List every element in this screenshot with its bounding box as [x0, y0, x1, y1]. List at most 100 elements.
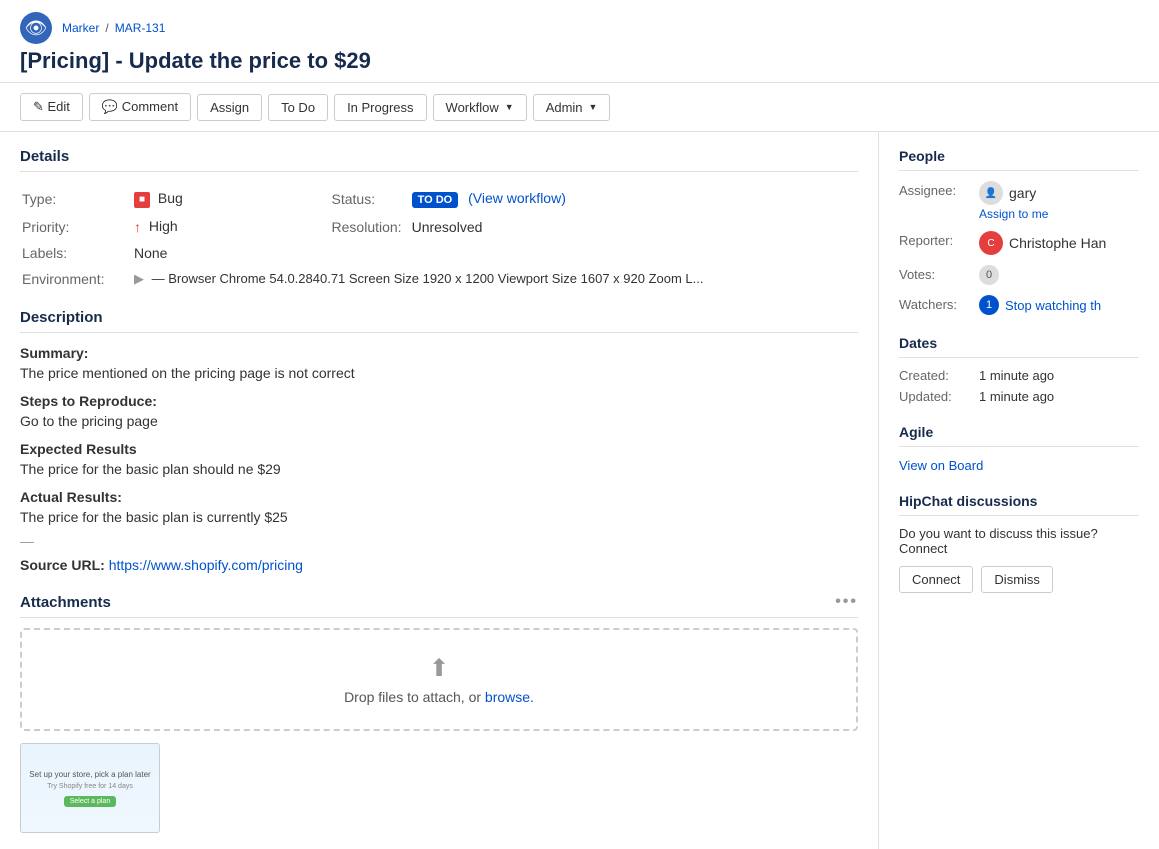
details-section-title: Details	[20, 148, 858, 172]
watchers-label: Watchers:	[899, 295, 979, 312]
priority-label: Priority:	[22, 214, 132, 239]
hipchat-section: HipChat discussions Do you want to discu…	[899, 493, 1139, 593]
reporter-row: Reporter: C Christophe Han	[899, 231, 1139, 255]
admin-button[interactable]: Admin	[533, 94, 611, 121]
assignee-row: Assignee: 👤 gary Assign to me	[899, 181, 1139, 221]
watchers-badge: 1	[979, 295, 999, 315]
desc-divider: —	[20, 533, 858, 549]
attachments-header: Attachments •••	[20, 593, 858, 618]
labels-value: None	[134, 241, 290, 265]
workflow-button[interactable]: Workflow	[433, 94, 527, 121]
thumb-text1: Set up your store, pick a plan later Try…	[29, 769, 150, 792]
hipchat-buttons: Connect Dismiss	[899, 566, 1139, 593]
attachment-thumbnail: Set up your store, pick a plan later Try…	[20, 743, 160, 833]
hipchat-title: HipChat discussions	[899, 493, 1139, 516]
resolution-value: Unresolved	[412, 214, 856, 239]
assign-button[interactable]: Assign	[197, 94, 262, 121]
source-url-row: Source URL: https://www.shopify.com/pric…	[20, 557, 858, 573]
assign-to-me-link[interactable]: Assign to me	[979, 207, 1048, 221]
priority-icon: ↑	[134, 219, 141, 235]
steps-label: Steps to Reproduce:	[20, 393, 858, 409]
actual-text: The price for the basic plan is currentl…	[20, 509, 858, 525]
reporter-avatar: C	[979, 231, 1003, 255]
stop-watching-link[interactable]: Stop watching th	[1005, 298, 1101, 313]
connect-button[interactable]: Connect	[899, 566, 973, 593]
summary-text: The price mentioned on the pricing page …	[20, 365, 858, 381]
thumb-inner: Set up your store, pick a plan later Try…	[21, 744, 159, 832]
dates-title: Dates	[899, 335, 1139, 358]
summary-label: Summary:	[20, 345, 858, 361]
status-label: Status:	[292, 186, 410, 212]
votes-row: Votes: 0	[899, 265, 1139, 285]
reporter-name: Christophe Han	[1009, 235, 1106, 251]
votes-value: 0	[979, 265, 1005, 285]
environment-row: Environment: ▶ — Browser Chrome 54.0.284…	[22, 267, 856, 291]
votes-label: Votes:	[899, 265, 979, 282]
hipchat-desc: Do you want to discuss this issue? Conne…	[899, 526, 1139, 556]
todo-button[interactable]: To Do	[268, 94, 328, 121]
attachments-title: Attachments	[20, 594, 111, 611]
resolution-label: Resolution:	[292, 214, 410, 239]
assignee-avatar: 👤	[979, 181, 1003, 205]
type-label: Type:	[22, 186, 132, 212]
breadcrumb: 👁 Marker / MAR-131	[20, 12, 1139, 44]
view-workflow-link[interactable]: (View workflow)	[468, 190, 566, 206]
edit-button[interactable]: ✎ Edit	[20, 93, 83, 121]
sidebar: People Assignee: 👤 gary Assign to me Rep…	[879, 132, 1159, 849]
source-label: Source URL:	[20, 557, 105, 573]
bug-icon: ■	[134, 192, 150, 208]
upload-icon: ⬆	[46, 654, 832, 683]
watchers-row: Watchers: 1 Stop watching th	[899, 295, 1139, 315]
people-title: People	[899, 148, 1139, 171]
steps-text: Go to the pricing page	[20, 413, 858, 429]
details-table: Type: ■ Bug Status: TO DO (View workflow…	[20, 184, 858, 293]
labels-label: Labels:	[22, 241, 132, 265]
assignee-value: 👤 gary Assign to me	[979, 181, 1048, 221]
type-row: Type: ■ Bug Status: TO DO (View workflow…	[22, 186, 856, 212]
status-value: TO DO (View workflow)	[412, 186, 856, 212]
issue-title: [Pricing] - Update the price to $29	[20, 48, 1139, 74]
comment-button[interactable]: 💬 Comment	[89, 93, 191, 121]
toolbar: ✎ Edit 💬 Comment Assign To Do In Progres…	[0, 83, 1159, 132]
env-arrow-icon: ▶	[134, 271, 144, 286]
status-badge: TO DO	[412, 192, 459, 208]
votes-badge: 0	[979, 265, 999, 285]
created-value: 1 minute ago	[979, 368, 1054, 383]
expected-label: Expected Results	[20, 441, 858, 457]
priority-row: Priority: ↑ High Resolution: Unresolved	[22, 214, 856, 239]
drop-text: Drop files to attach, or	[344, 689, 485, 705]
project-link[interactable]: Marker	[62, 21, 99, 35]
issue-link[interactable]: MAR-131	[115, 21, 166, 35]
browse-link[interactable]: browse.	[485, 689, 534, 705]
dismiss-button[interactable]: Dismiss	[981, 566, 1053, 593]
environment-label: Environment:	[22, 267, 132, 291]
watchers-value: 1 Stop watching th	[979, 295, 1101, 315]
environment-value: ▶ — Browser Chrome 54.0.2840.71 Screen S…	[134, 267, 856, 291]
agile-title: Agile	[899, 424, 1139, 447]
attachments-section: Attachments ••• ⬆ Drop files to attach, …	[20, 593, 858, 833]
created-row: Created: 1 minute ago	[899, 368, 1139, 383]
created-label: Created:	[899, 368, 979, 383]
thumb-btn: Select a plan	[64, 796, 116, 807]
breadcrumb-separator: /	[105, 21, 108, 35]
people-section: People Assignee: 👤 gary Assign to me Rep…	[899, 148, 1139, 315]
reporter-label: Reporter:	[899, 231, 979, 248]
updated-row: Updated: 1 minute ago	[899, 389, 1139, 404]
updated-value: 1 minute ago	[979, 389, 1054, 404]
assignee-name: gary	[1009, 185, 1036, 201]
app-logo: 👁	[20, 12, 52, 44]
in-progress-button[interactable]: In Progress	[334, 94, 426, 121]
thumbnails: Set up your store, pick a plan later Try…	[20, 743, 858, 833]
agile-section: Agile View on Board	[899, 424, 1139, 473]
reporter-value: C Christophe Han	[979, 231, 1106, 255]
priority-value: ↑ High	[134, 214, 290, 239]
expected-text: The price for the basic plan should ne $…	[20, 461, 858, 477]
description-section-title: Description	[20, 309, 858, 333]
actual-label: Actual Results:	[20, 489, 858, 505]
source-url-link[interactable]: https://www.shopify.com/pricing	[109, 557, 303, 573]
dates-section: Dates Created: 1 minute ago Updated: 1 m…	[899, 335, 1139, 404]
type-value: ■ Bug	[134, 186, 290, 212]
attachments-menu-button[interactable]: •••	[835, 593, 858, 611]
drop-zone[interactable]: ⬆ Drop files to attach, or browse.	[20, 628, 858, 731]
view-on-board-link[interactable]: View on Board	[899, 458, 983, 473]
